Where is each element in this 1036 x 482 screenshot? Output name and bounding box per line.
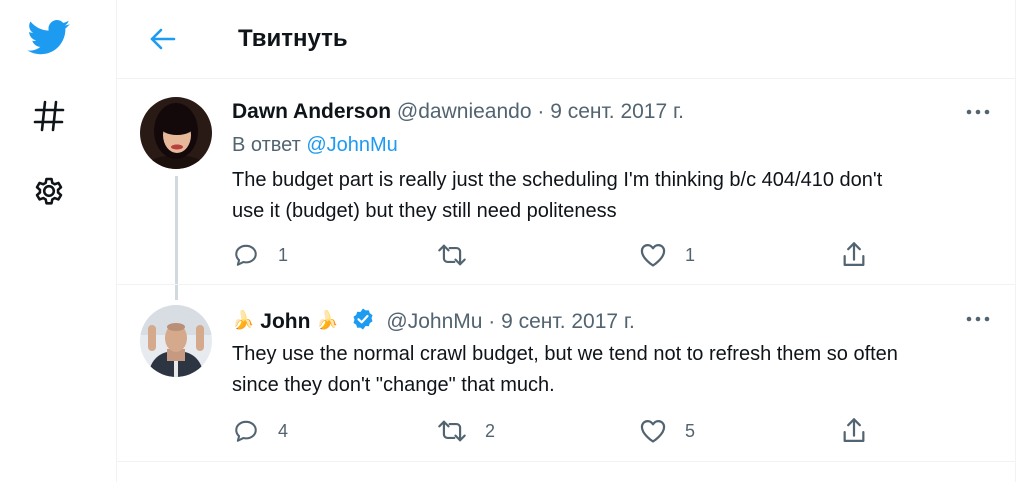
tweet-dawn-anderson[interactable]: Dawn Anderson @dawnieando · 9 сент. 2017… xyxy=(117,78,1015,300)
verified-badge-icon xyxy=(353,308,373,330)
display-name[interactable]: Dawn Anderson xyxy=(232,100,391,123)
more-dots-icon xyxy=(966,109,990,115)
retweet-button[interactable] xyxy=(437,240,467,270)
left-nav xyxy=(0,0,116,482)
share-icon xyxy=(843,242,865,267)
like-count: 5 xyxy=(685,420,696,441)
explore-hashtag-icon[interactable] xyxy=(25,92,73,140)
like-button[interactable]: 5 xyxy=(639,416,695,446)
share-button[interactable] xyxy=(841,416,867,446)
like-count: 1 xyxy=(685,244,696,265)
thread-connector-line xyxy=(175,176,178,300)
display-name[interactable]: John xyxy=(260,310,310,333)
tweet-text-line: They use the normal crawl budget, but we… xyxy=(232,343,898,365)
retweet-icon xyxy=(438,244,466,266)
back-arrow-icon xyxy=(150,28,176,50)
reply-button[interactable]: 1 xyxy=(232,240,288,270)
reply-prefix: В ответ xyxy=(232,134,301,156)
reply-bubble-icon xyxy=(235,420,257,442)
retweet-count: 2 xyxy=(485,420,496,441)
more-options-button[interactable] xyxy=(963,102,993,122)
user-handle[interactable]: @JohnMu xyxy=(386,310,482,333)
banana-emoji-icon: 🍌 xyxy=(316,310,339,330)
tweet-text: The budget part is really just the sched… xyxy=(232,165,1002,227)
tweet-text-line: The budget part is really just the sched… xyxy=(232,169,883,191)
reply-button[interactable]: 4 xyxy=(232,416,288,446)
reply-to-link[interactable]: @JohnMu xyxy=(306,134,397,156)
tweet-text: They use the normal crawl budget, but we… xyxy=(232,339,1002,401)
reply-bubble-icon xyxy=(235,244,257,266)
avatar[interactable] xyxy=(140,305,212,377)
share-button[interactable] xyxy=(841,240,867,270)
tweet-john-mu[interactable]: 🍌 John 🍌 @JohnMu · 9 сент. 2017 г. They … xyxy=(117,285,1015,461)
tweet-date[interactable]: 9 сент. 2017 г. xyxy=(501,310,635,333)
tweet-text-line: use it (budget) but they still need poli… xyxy=(232,200,617,222)
heart-icon xyxy=(640,419,666,443)
back-button[interactable] xyxy=(144,20,182,58)
like-button[interactable]: 1 xyxy=(639,240,695,270)
twitter-logo-icon[interactable] xyxy=(25,14,73,62)
banana-emoji-icon: 🍌 xyxy=(232,310,255,330)
reply-context: В ответ @JohnMu xyxy=(232,134,398,157)
main-column: Твитнуть Dawn Anderson @dawnieando · 9 с… xyxy=(116,0,1016,482)
reply-count: 4 xyxy=(278,420,289,441)
more-options-button[interactable] xyxy=(963,309,993,329)
user-handle[interactable]: @dawnieando xyxy=(397,100,532,123)
settings-gear-icon[interactable] xyxy=(25,167,73,215)
tweet-date[interactable]: 9 сент. 2017 г. xyxy=(550,100,684,123)
reply-count: 1 xyxy=(278,244,289,265)
page-header: Твитнуть xyxy=(117,0,1015,79)
tweet-divider xyxy=(117,461,1015,462)
tweet-text-line: since they don't "change" that much. xyxy=(232,374,555,396)
retweet-button[interactable]: 2 xyxy=(437,416,495,446)
page-title: Твитнуть xyxy=(238,25,348,52)
more-dots-icon xyxy=(966,316,990,322)
tweet-header: Dawn Anderson @dawnieando · 9 сент. 2017… xyxy=(232,100,684,124)
heart-icon xyxy=(640,243,666,267)
tweet-header: 🍌 John 🍌 @JohnMu · 9 сент. 2017 г. xyxy=(232,307,635,334)
avatar[interactable] xyxy=(140,97,212,169)
separator-dot: · xyxy=(488,310,496,333)
share-icon xyxy=(843,418,865,443)
separator-dot: · xyxy=(537,100,545,123)
retweet-icon xyxy=(438,420,466,442)
